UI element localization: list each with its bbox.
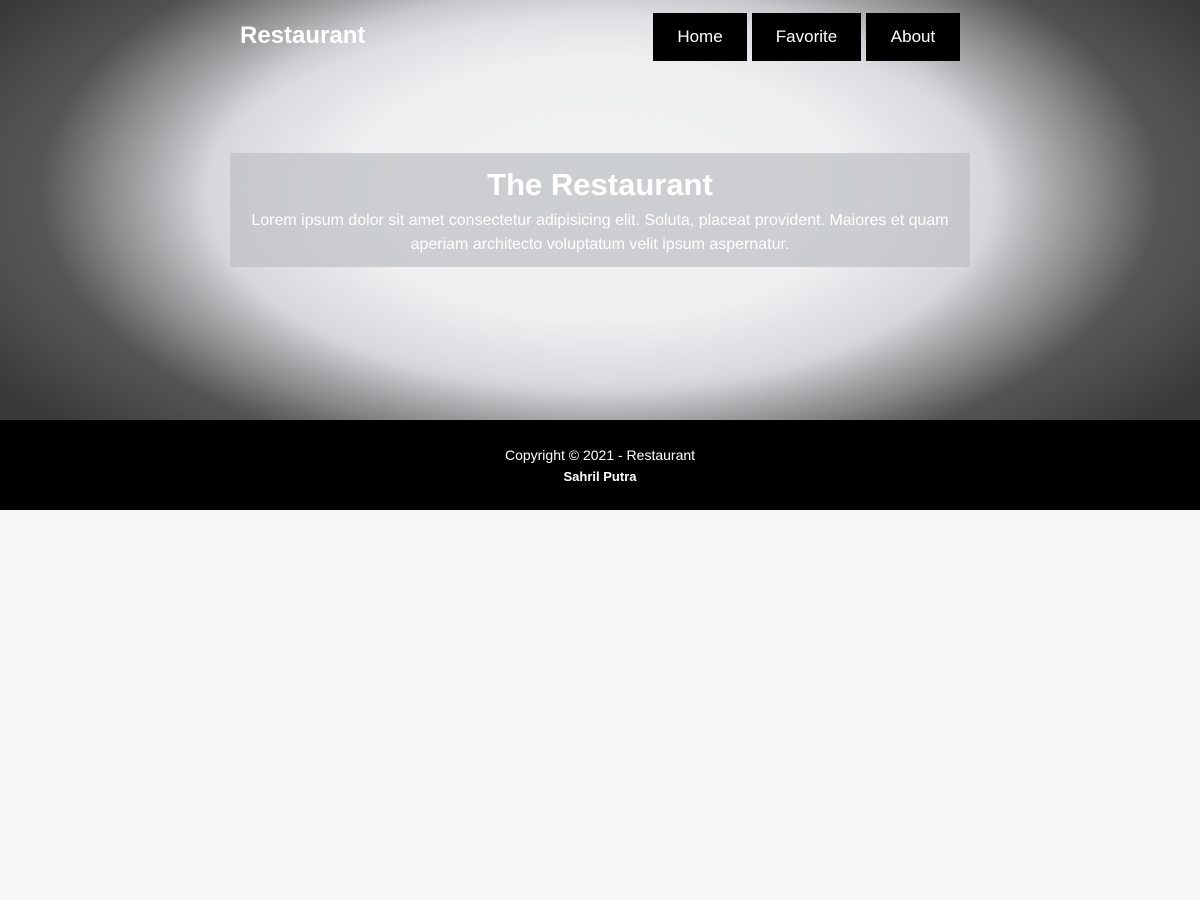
hero-title: The Restaurant	[487, 167, 713, 202]
brand-logo[interactable]: Restaurant	[240, 22, 365, 50]
footer-author: Sahril Putra	[563, 469, 637, 484]
navbar: Restaurant Home Favorite About	[230, 13, 970, 61]
footer: Copyright © 2021 - Restaurant Sahril Put…	[0, 420, 1200, 510]
hero-section: Restaurant Home Favorite About The Resta…	[0, 0, 1200, 420]
hero-description: Lorem ipsum dolor sit amet consectetur a…	[251, 212, 949, 253]
nav-menu: Home Favorite About	[653, 13, 960, 61]
nav-item-favorite[interactable]: Favorite	[752, 13, 861, 61]
nav-item-home[interactable]: Home	[653, 13, 747, 61]
nav-item-about[interactable]: About	[866, 13, 960, 61]
footer-copyright: Copyright © 2021 - Restaurant	[504, 447, 696, 463]
hero-content-box: The Restaurant Lorem ipsum dolor sit ame…	[230, 153, 970, 267]
